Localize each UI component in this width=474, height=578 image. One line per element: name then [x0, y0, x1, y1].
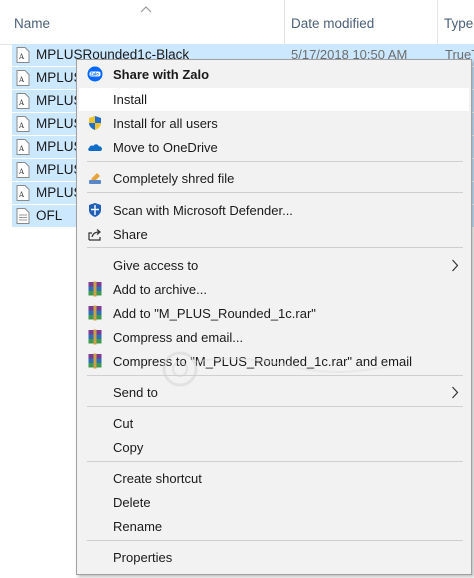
svg-text:A: A	[18, 122, 25, 130]
column-type-header[interactable]: Type	[444, 16, 473, 31]
column-divider[interactable]	[437, 0, 438, 44]
text-file-icon	[16, 208, 30, 224]
column-name-header[interactable]: Name	[14, 16, 50, 31]
uac-shield-icon	[89, 116, 101, 130]
menu-item-label: Install	[113, 92, 147, 107]
menu-item-label: Install for all users	[113, 116, 218, 131]
menu-item-label: Completely shred file	[113, 171, 235, 186]
svg-text:A: A	[18, 99, 25, 107]
menu-item-label: Scan with Microsoft Defender...	[113, 203, 293, 218]
menu-separator	[87, 375, 463, 376]
menu-item-share-zalo[interactable]: Zalo Share with Zalo	[79, 63, 469, 86]
menu-item-cut[interactable]: Cut	[79, 412, 469, 435]
font-file-icon: A	[16, 47, 30, 63]
menu-item-rename[interactable]: Rename	[79, 515, 469, 538]
winrar-icon	[88, 329, 102, 345]
svg-text:A: A	[18, 191, 25, 199]
menu-item-add-to-rar[interactable]: Add to "M_PLUS_Rounded_1c.rar"	[79, 302, 469, 325]
svg-text:Zalo: Zalo	[90, 72, 99, 77]
svg-text:A: A	[18, 53, 25, 61]
menu-separator	[87, 192, 463, 193]
column-divider[interactable]	[284, 0, 285, 44]
menu-separator	[87, 406, 463, 407]
menu-separator	[87, 161, 463, 162]
menu-item-properties[interactable]: Properties	[79, 546, 469, 569]
menu-item-label: Cut	[113, 416, 134, 431]
menu-item-label: Move to OneDrive	[113, 140, 218, 155]
font-file-icon: A	[16, 70, 30, 86]
menu-item-label: Give access to	[113, 258, 199, 273]
menu-item-compress-email[interactable]: Compress and email...	[79, 326, 469, 349]
menu-item-share[interactable]: Share	[79, 223, 469, 246]
menu-separator	[87, 540, 463, 541]
menu-item-copy[interactable]: Copy	[79, 436, 469, 459]
column-date-header[interactable]: Date modified	[291, 16, 374, 31]
svg-text:A: A	[18, 76, 25, 84]
svg-text:A: A	[18, 168, 25, 176]
menu-item-scan-defender[interactable]: Scan with Microsoft Defender...	[79, 199, 469, 222]
menu-item-shred-file[interactable]: Completely shred file	[79, 167, 469, 190]
column-header-bar: Name Date modified Type	[0, 0, 474, 45]
winrar-icon	[88, 305, 102, 321]
font-file-icon: A	[16, 93, 30, 109]
font-file-icon: A	[16, 116, 30, 132]
shred-icon	[89, 173, 101, 184]
menu-item-create-shortcut[interactable]: Create shortcut	[79, 467, 469, 490]
font-file-icon: A	[16, 162, 30, 178]
menu-item-install-all-users[interactable]: Install for all users	[79, 112, 469, 135]
svg-text:A: A	[18, 145, 25, 153]
menu-item-move-to-onedrive[interactable]: Move to OneDrive	[79, 136, 469, 159]
defender-icon	[89, 203, 101, 217]
menu-item-label: Send to	[113, 385, 158, 400]
sort-ascending-icon	[140, 6, 152, 13]
menu-item-label: Share with Zalo	[113, 67, 210, 82]
menu-separator	[87, 461, 463, 462]
winrar-icon	[88, 353, 102, 369]
menu-item-label: Compress to "M_PLUS_Rounded_1c.rar" and …	[113, 354, 412, 369]
menu-item-delete[interactable]: Delete	[79, 491, 469, 514]
chevron-right-icon	[452, 386, 459, 399]
menu-item-give-access[interactable]: Give access to	[79, 254, 469, 277]
font-file-icon: A	[16, 185, 30, 201]
menu-item-label: Copy	[113, 440, 144, 455]
menu-item-compress-rar-email[interactable]: Compress to "M_PLUS_Rounded_1c.rar" and …	[79, 350, 469, 373]
font-file-icon: A	[16, 139, 30, 155]
context-menu: Zalo Share with Zalo Install Install for…	[76, 59, 472, 575]
menu-item-add-to-archive[interactable]: Add to archive...	[79, 278, 469, 301]
zalo-icon: Zalo	[87, 66, 103, 82]
menu-item-label: Create shortcut	[113, 471, 202, 486]
file-name: OFL	[36, 208, 63, 223]
onedrive-cloud-icon	[88, 144, 102, 151]
menu-item-label: Share	[113, 227, 148, 242]
menu-item-label: Add to archive...	[113, 282, 207, 297]
menu-item-label: Compress and email...	[113, 330, 244, 345]
menu-separator	[87, 247, 463, 248]
menu-item-label: Add to "M_PLUS_Rounded_1c.rar"	[113, 306, 316, 321]
chevron-right-icon	[452, 259, 459, 272]
menu-item-install[interactable]: Install	[79, 88, 469, 111]
winrar-icon	[88, 281, 102, 297]
menu-item-label: Properties	[113, 550, 173, 565]
menu-item-label: Rename	[113, 519, 163, 534]
menu-item-send-to[interactable]: Send to	[79, 381, 469, 404]
share-icon	[88, 229, 101, 241]
menu-item-label: Delete	[113, 495, 151, 510]
